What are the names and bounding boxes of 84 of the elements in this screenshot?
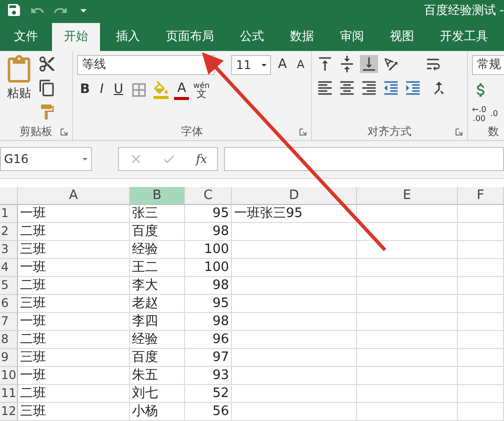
table-cell: 二班 <box>18 384 130 403</box>
table-cell: 张三 <box>130 204 185 223</box>
table-cell: 56 <box>185 402 232 421</box>
table-cell: 二班 <box>18 330 130 349</box>
table-cell: 老赵 <box>130 294 185 313</box>
row-header[interactable]: 11 <box>0 384 18 403</box>
row-header[interactable]: 12 <box>0 402 18 421</box>
table-cell: 95 <box>185 294 232 313</box>
phonetic-button[interactable]: wén 文 <box>193 81 210 100</box>
font-color-button[interactable]: A <box>174 80 190 100</box>
table-cell: 二班 <box>18 222 130 241</box>
table-cell: 百度 <box>130 348 185 367</box>
insert-function-button[interactable]: fx <box>196 152 208 166</box>
ribbon-tab[interactable]: 开始 <box>52 22 100 51</box>
column-header[interactable]: E <box>357 186 458 205</box>
row-header[interactable]: 1 <box>0 204 18 223</box>
row-header[interactable]: 2 <box>0 222 18 241</box>
group-label: 字体 <box>181 124 203 140</box>
table-cell: 三班 <box>18 240 130 259</box>
table-cell: 一班 <box>18 312 130 331</box>
table-cell: 98 <box>185 276 232 295</box>
column-header[interactable]: C <box>185 186 232 205</box>
table-cell: 52 <box>185 384 232 403</box>
row-header[interactable]: 3 <box>0 240 18 259</box>
ribbon-tab[interactable]: 数据 <box>278 22 326 51</box>
row-header[interactable]: 7 <box>0 312 18 331</box>
row-header[interactable]: 6 <box>0 294 18 313</box>
table-cell: 一班 <box>18 366 130 385</box>
ribbon-tab[interactable]: 视图 <box>378 22 426 51</box>
table-cell: 100 <box>185 258 232 277</box>
ribbon-tab[interactable]: 插入 <box>104 22 152 51</box>
table-cell: 三班 <box>18 294 130 313</box>
table-cell: 93 <box>185 366 232 385</box>
table-cell: 经验 <box>130 330 185 349</box>
number-format-field[interactable]: 常规 <box>472 54 504 75</box>
table-cell: 一班张三95 <box>232 204 357 223</box>
group-label: 剪贴板 <box>20 124 52 140</box>
table-cell: 95 <box>185 204 232 223</box>
table-cell: 王二 <box>130 258 185 277</box>
table-cell: 小杨 <box>130 402 185 421</box>
font-name-field[interactable]: 等线 <box>77 54 215 75</box>
shrink-font-button[interactable]: A <box>294 56 308 73</box>
group-label: 数 <box>488 124 499 140</box>
ribbon-tab[interactable]: 开发工具 <box>428 22 500 51</box>
italic-button[interactable]: I <box>96 82 107 98</box>
row-header[interactable]: 4 <box>0 258 18 277</box>
table-cell: 二班 <box>18 276 130 295</box>
window-title: 百度经验测试 - <box>424 2 504 19</box>
column-header[interactable]: A <box>18 186 130 205</box>
table-cell: 百度 <box>130 222 185 241</box>
table-cell: 97 <box>185 348 232 367</box>
table-cell: 96 <box>185 330 232 349</box>
table-cell: 朱五 <box>130 366 185 385</box>
underline-button[interactable]: U <box>110 82 126 98</box>
row-header[interactable]: 5 <box>0 276 18 295</box>
column-header[interactable]: F <box>458 186 504 205</box>
ribbon-tab[interactable]: 审阅 <box>328 22 376 51</box>
grow-font-button[interactable]: A <box>275 56 290 73</box>
table-cell: 刘七 <box>130 384 185 403</box>
paste-button[interactable]: 粘贴 <box>4 54 34 123</box>
column-header[interactable]: B <box>130 186 185 205</box>
table-cell: 李四 <box>130 312 185 331</box>
table-cell: 李大 <box>130 276 185 295</box>
table-cell: 98 <box>185 222 232 241</box>
table-cell: 一班 <box>18 258 130 277</box>
name-box[interactable]: G16 <box>0 147 92 172</box>
font-size-field[interactable]: 11 <box>231 54 271 75</box>
table-cell: 经验 <box>130 240 185 259</box>
table-cell: 三班 <box>18 402 130 421</box>
table-cell: 三班 <box>18 348 130 367</box>
ribbon-tab[interactable]: 公式 <box>228 22 276 51</box>
row-header[interactable]: 8 <box>0 330 18 349</box>
increase-decimal-button[interactable]: ←.0 .00 <box>472 104 486 123</box>
table-cell: 98 <box>185 312 232 331</box>
table-cell: 一班 <box>18 204 130 223</box>
decrease-decimal-button[interactable]: .0 <box>490 109 498 118</box>
bold-button[interactable]: B <box>77 82 93 98</box>
group-label: 对齐方式 <box>368 124 412 140</box>
ribbon-tab[interactable]: 页面布局 <box>154 22 226 51</box>
ribbon-tab[interactable]: 文件 <box>2 22 50 51</box>
row-header[interactable]: 10 <box>0 366 18 385</box>
column-header[interactable]: D <box>232 186 357 205</box>
table-cell: 100 <box>185 240 232 259</box>
row-header[interactable]: 9 <box>0 348 18 367</box>
